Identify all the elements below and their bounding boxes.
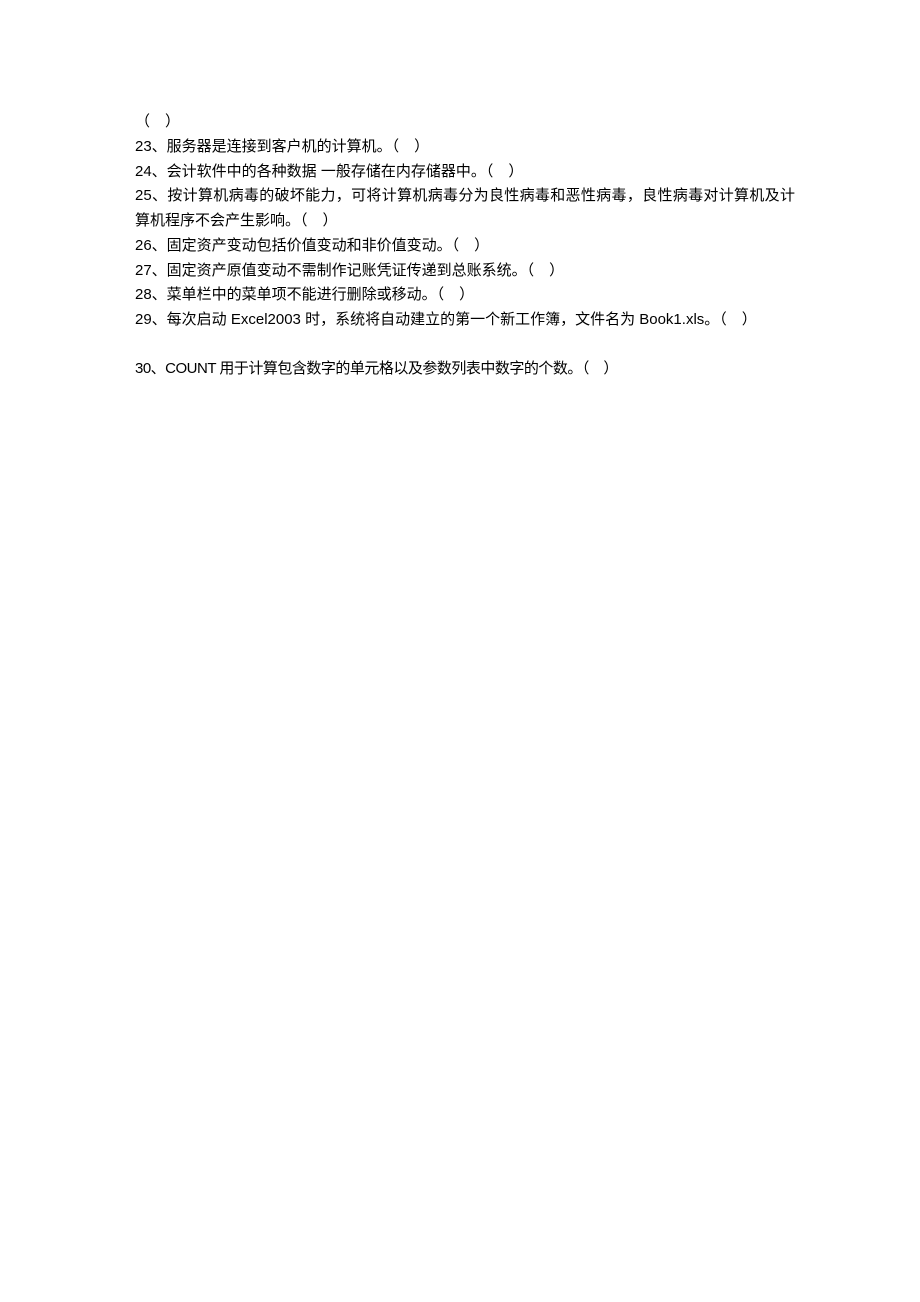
question-27: 27、固定资产原值变动不需制作记账凭证传递到总账系统。（ ） bbox=[135, 259, 795, 284]
question-23: 23、服务器是连接到客户机的计算机。（ ） bbox=[135, 135, 795, 160]
question-29: 29、每次启动 Excel2003 时，系统将自动建立的第一个新工作簿，文件名为… bbox=[135, 308, 795, 333]
question-25: 25、按计算机病毒的破坏能力，可将计算机病毒分为良性病毒和恶性病毒，良性病毒对计… bbox=[135, 184, 795, 234]
question-28: 28、菜单栏中的菜单项不能进行删除或移动。（ ） bbox=[135, 283, 795, 308]
question-22-blank: （ ） bbox=[135, 110, 795, 135]
question-26: 26、固定资产变动包括价值变动和非价值变动。（ ） bbox=[135, 234, 795, 259]
question-24: 24、会计软件中的各种数据 一般存储在内存储器中。（ ） bbox=[135, 160, 795, 185]
question-30: 30、COUNT 用于计算包含数字的单元格以及参数列表中数字的个数。（ ） bbox=[135, 357, 795, 382]
